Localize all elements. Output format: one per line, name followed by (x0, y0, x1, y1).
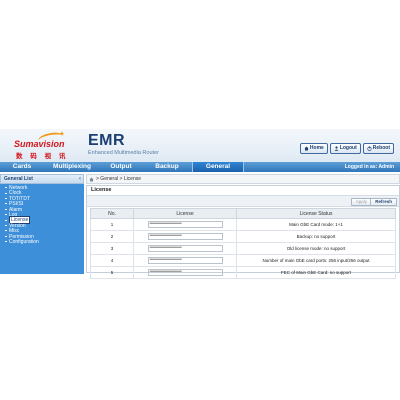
panel-toolbar: Apply Refresh (87, 195, 399, 207)
logout-button-label: Logout (339, 145, 357, 151)
product-subtitle: Enhanced Multimedia Router (88, 150, 159, 156)
home-button-label: Home (309, 145, 324, 151)
row-no: 4 (90, 254, 134, 267)
sidebar-title: General List (4, 176, 33, 182)
col-license: License (133, 208, 237, 219)
product-name: EMR (88, 132, 126, 149)
logged-in-status: Logged in as: Admin (344, 164, 394, 170)
table-row: 2 ********************************** Bac… (90, 230, 396, 243)
breadcrumb-text: > General > License (96, 176, 142, 182)
table-header-row: No. License License Status (90, 208, 396, 219)
sidebar-header: General List ‹ (0, 174, 84, 184)
panel-title: License (91, 187, 112, 193)
row-no: 2 (90, 230, 134, 243)
logo-star-icon: ✦ (59, 131, 65, 138)
breadcrumb: > General > License (86, 174, 400, 184)
main-nav: Cards Multiplexing Output Backup General… (0, 162, 400, 172)
logo-word: Sumavision (14, 139, 65, 149)
row-status: Old license mode: no support (236, 242, 396, 255)
table-row: 4 ********************************** Num… (90, 254, 396, 267)
license-input[interactable]: ********************************** (147, 232, 223, 240)
col-no: No. (90, 208, 134, 219)
tab-general[interactable]: General (192, 162, 244, 172)
license-table: No. License License Status 1 ***********… (90, 208, 396, 279)
row-status: Backup: no support (236, 230, 396, 243)
top-buttons: Home Logout Reboot (299, 143, 394, 154)
home-icon (304, 146, 309, 151)
row-status: Number of main GbE card ports: 256 input… (236, 254, 396, 267)
license-panel: License Apply Refresh No. License Licens… (86, 185, 400, 279)
collapse-chevron-icon[interactable]: ‹ (79, 175, 81, 183)
row-no: 5 (90, 266, 134, 279)
reboot-button-label: Reboot (372, 145, 390, 151)
sumavision-logo: ✦ Sumavision 数 码 视 讯 (14, 130, 74, 160)
product-title-block: EMR Enhanced Multimedia Router (88, 132, 159, 157)
license-input[interactable]: ********************************** (147, 256, 223, 264)
row-status: Main GbE Card mode: 1+1 (236, 218, 396, 231)
license-input[interactable]: ********************************** (147, 268, 223, 276)
sidebar-item-configuration[interactable]: Configuration (0, 239, 84, 245)
home-icon[interactable] (89, 177, 94, 182)
table-row: 1 ********************************** Mai… (90, 218, 396, 231)
logout-button[interactable]: Logout (329, 143, 361, 154)
license-input[interactable]: ********************************** (147, 220, 223, 228)
header: ✦ Sumavision 数 码 视 讯 EMR Enhanced Multim… (0, 129, 400, 163)
tab-cards[interactable]: Cards (0, 162, 44, 172)
table-row: 3 ********************************** Old… (90, 242, 396, 255)
sidebar: General List ‹ Network Clock TOT/TDT PSI… (0, 174, 84, 274)
license-input[interactable]: ********************************** (147, 244, 223, 252)
row-no: 3 (90, 242, 134, 255)
logo-chinese: 数 码 视 讯 (16, 153, 69, 160)
app-window: ✦ Sumavision 数 码 视 讯 EMR Enhanced Multim… (0, 129, 400, 279)
tab-backup[interactable]: Backup (142, 162, 192, 172)
row-status: FEC of Main GbE Card: no support (236, 266, 396, 279)
reboot-button[interactable]: Reboot (362, 143, 394, 154)
row-no: 1 (90, 218, 134, 231)
sidebar-list: Network Clock TOT/TDT PSI/SI Alarm Log L… (0, 184, 84, 274)
col-license-status: License Status (236, 208, 396, 219)
home-button[interactable]: Home (299, 143, 328, 154)
content-area: > General > License License Apply Refres… (86, 174, 400, 279)
tab-multiplexing[interactable]: Multiplexing (44, 162, 100, 172)
user-icon (334, 146, 339, 151)
apply-button[interactable]: Apply (350, 198, 372, 206)
power-icon (367, 146, 372, 151)
table-row: 5 ********************************** FEC… (90, 266, 396, 279)
refresh-button[interactable]: Refresh (370, 198, 397, 206)
tab-output[interactable]: Output (100, 162, 142, 172)
